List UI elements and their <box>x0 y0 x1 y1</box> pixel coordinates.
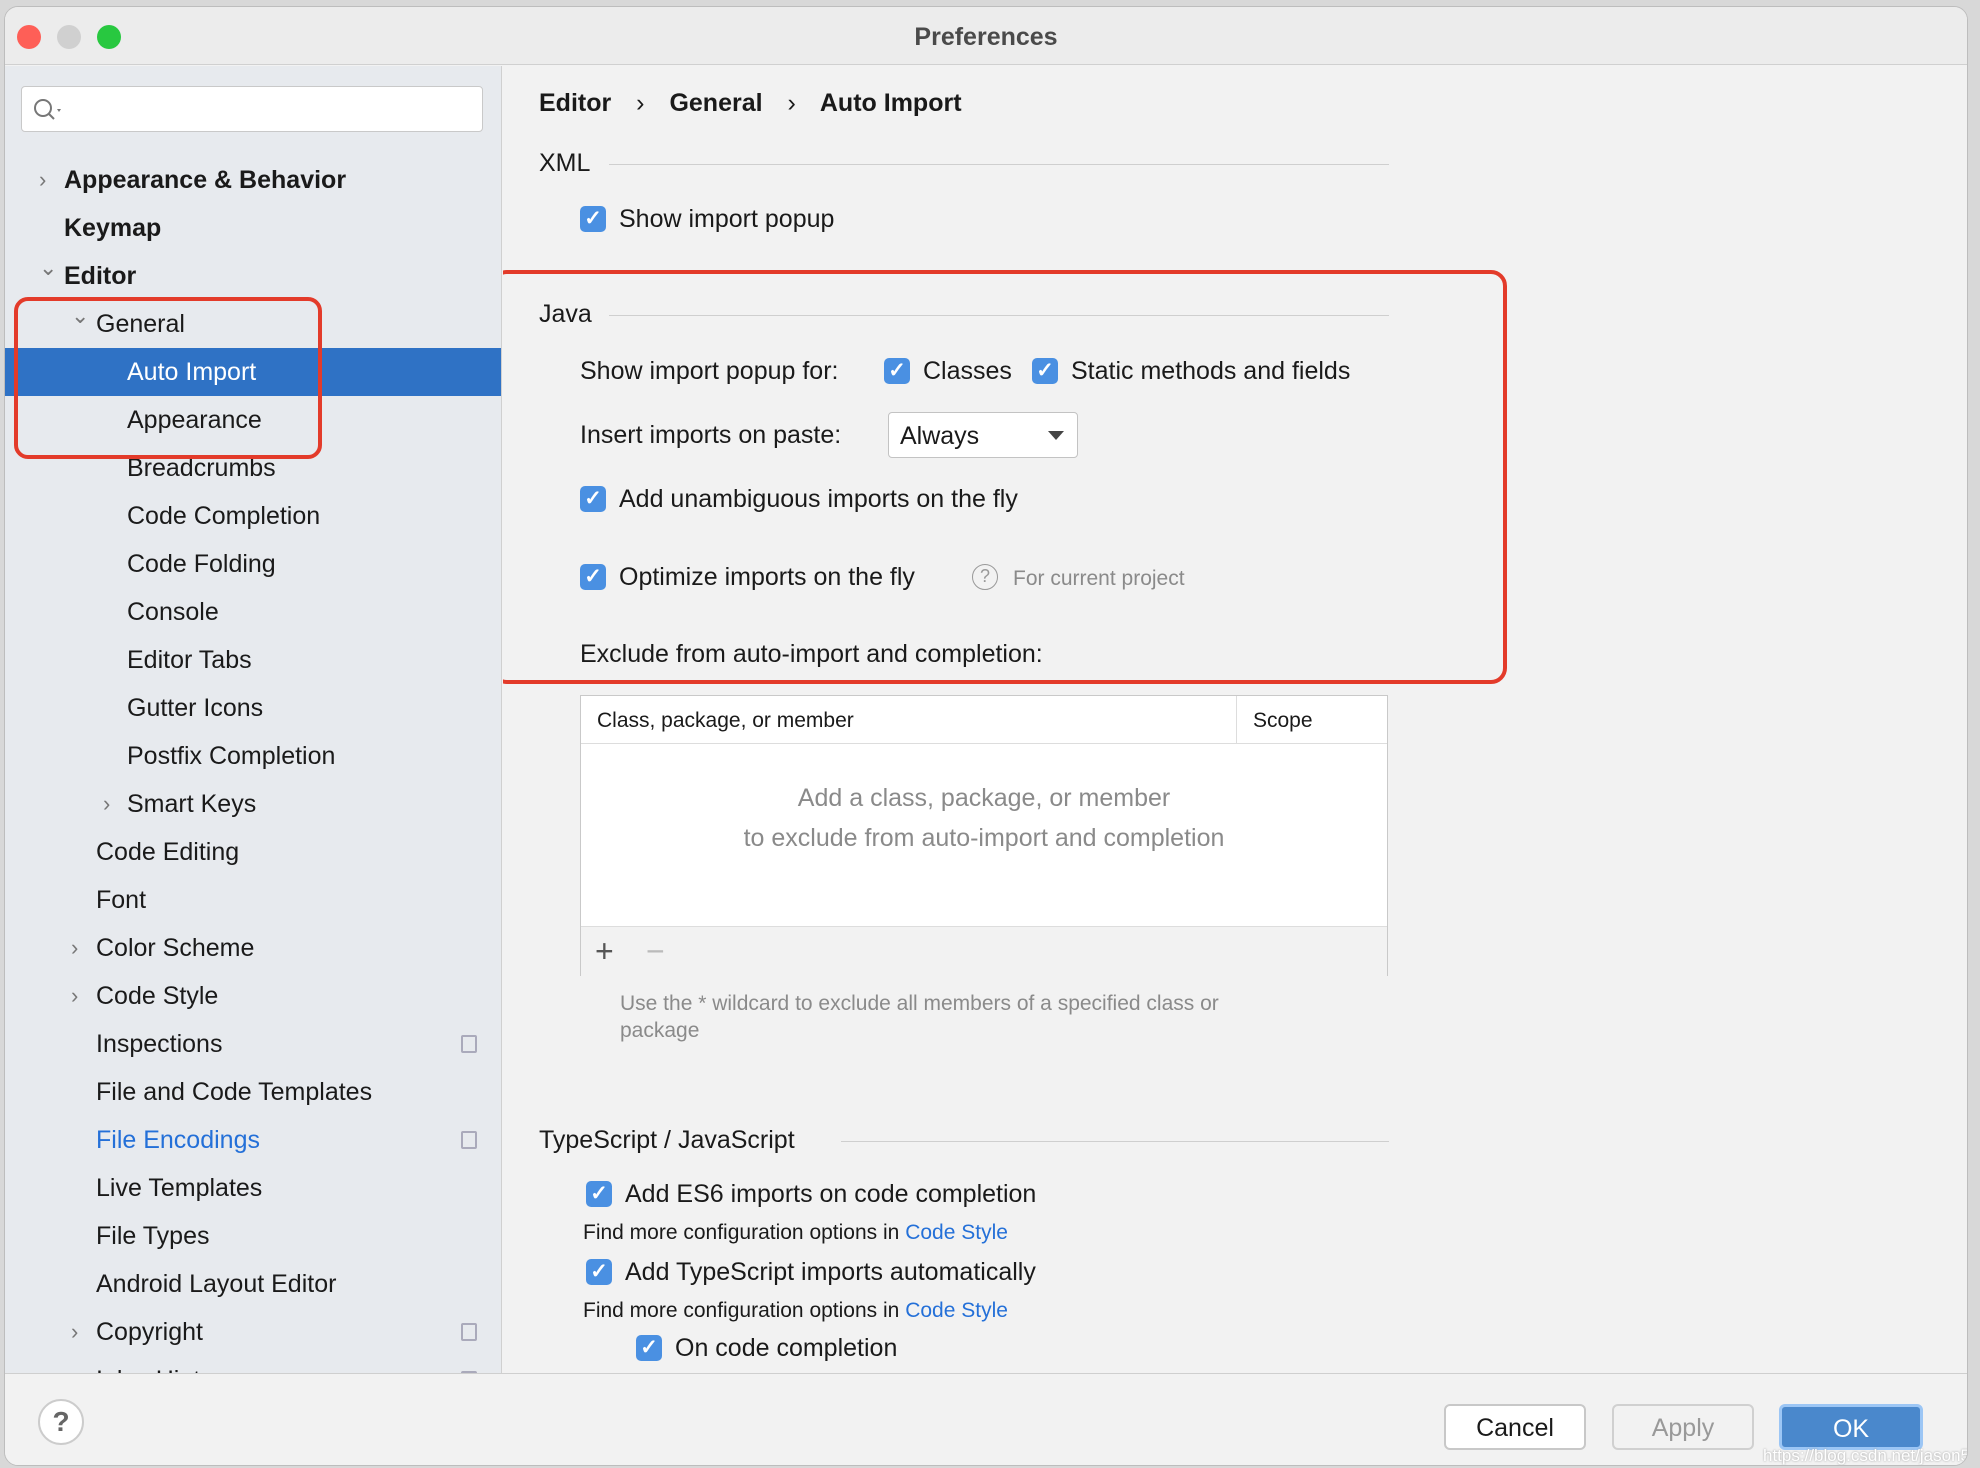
es6-imports-checkbox[interactable]: ✓ <box>586 1181 612 1207</box>
find-more-text: Find more configuration options in Code … <box>583 1299 1008 1322</box>
sidebar-item-label: File and Code Templates <box>96 1078 373 1106</box>
sidebar-item-label: Gutter Icons <box>127 694 264 722</box>
code-style-link[interactable]: Code Style <box>905 1221 1008 1244</box>
sidebar: › Appearance & Behavior Keymap ⌄ Editor ⌄ Gene… <box>5 66 502 1373</box>
chevron-down-icon[interactable]: ⌄ <box>39 244 59 292</box>
typescript-section-title: TypeScript / JavaScript <box>539 1126 795 1154</box>
sidebar-item-code-completion[interactable]: Code Completion <box>5 492 501 540</box>
sidebar-item-label: Console <box>127 598 219 626</box>
sidebar-item-label: Smart Keys <box>127 790 257 818</box>
es6-imports-label: Add ES6 imports on code completion <box>625 1180 1037 1208</box>
column-header-scope[interactable]: Scope <box>1253 709 1313 733</box>
sidebar-item-code-editing[interactable]: Code Editing <box>5 828 501 876</box>
search-icon <box>34 99 61 120</box>
sidebar-item-label: Code Editing <box>96 838 240 866</box>
sidebar-item-font[interactable]: Font <box>5 876 501 924</box>
chevron-right-icon[interactable]: › <box>71 924 91 972</box>
preferences-window: Preferences › Appearance & Behavior Keymap… <box>4 6 1968 1466</box>
divider <box>841 1141 1389 1142</box>
remove-icon[interactable]: − <box>646 933 665 970</box>
sidebar-item-label: Keymap <box>64 214 162 242</box>
sidebar-item-label: Postfix Completion <box>127 742 336 770</box>
sidebar-item-file-and-code-templates[interactable]: File and Code Templates <box>5 1068 501 1116</box>
project-settings-icon <box>461 1323 477 1341</box>
watermark: https://blog.csdn.net/jason559 <box>1763 1446 1968 1465</box>
chevron-right-icon[interactable]: › <box>103 780 123 828</box>
sidebar-item-file-encodings[interactable]: File Encodings <box>5 1116 501 1164</box>
sidebar-item-code-style[interactable]: › Code Style <box>5 972 501 1020</box>
sidebar-item-appearance-behavior[interactable]: › Appearance & Behavior <box>5 156 501 204</box>
settings-content: Editor › General › Auto Import XML ✓ Sho… <box>503 66 1967 1373</box>
wildcard-hint-line2: package <box>620 1019 700 1042</box>
project-settings-icon <box>461 1035 477 1053</box>
empty-text-line1: Add a class, package, or member <box>797 784 1171 812</box>
help-button[interactable]: ? <box>38 1399 84 1445</box>
sidebar-item-label: Code Completion <box>127 502 321 530</box>
sidebar-item-label: Inlay Hints <box>96 1356 213 1373</box>
sidebar-item-label: File Types <box>96 1222 210 1250</box>
xml-show-import-popup-checkbox[interactable]: ✓ <box>580 206 606 232</box>
sidebar-item-label: Code Folding <box>127 550 276 578</box>
sidebar-item-smart-keys[interactable]: › Smart Keys <box>5 780 501 828</box>
sidebar-item-gutter-icons[interactable]: Gutter Icons <box>5 684 501 732</box>
empty-text-line2: to exclude from auto-import and completi… <box>743 824 1225 852</box>
xml-section-title: XML <box>539 149 591 177</box>
sidebar-item-inlay-hints[interactable]: › Inlay Hints <box>5 1356 501 1373</box>
sidebar-item-label: Inspections <box>96 1030 223 1058</box>
chevron-right-icon[interactable]: › <box>71 972 91 1020</box>
sidebar-item-label: Editor Tabs <box>127 646 252 674</box>
sidebar-item-file-types[interactable]: File Types <box>5 1212 501 1260</box>
ok-button[interactable]: OK <box>1779 1404 1923 1450</box>
highlight-box <box>503 270 1507 684</box>
column-header-class[interactable]: Class, package, or member <box>597 709 854 733</box>
breadcrumb-editor[interactable]: Editor <box>539 89 611 117</box>
table-toolbar: + − <box>581 926 1387 976</box>
chevron-right-icon[interactable]: › <box>71 1308 91 1356</box>
chevron-right-icon[interactable]: › <box>39 156 59 204</box>
sidebar-item-code-folding[interactable]: Code Folding <box>5 540 501 588</box>
divider <box>609 164 1389 165</box>
typescript-imports-checkbox[interactable]: ✓ <box>586 1259 612 1285</box>
sidebar-item-inspections[interactable]: Inspections <box>5 1020 501 1068</box>
window-title: Preferences <box>914 23 1058 51</box>
sidebar-item-label: Live Templates <box>96 1174 263 1202</box>
on-code-completion-checkbox[interactable]: ✓ <box>636 1335 662 1361</box>
sidebar-item-label: Font <box>96 886 147 914</box>
sidebar-item-editor-tabs[interactable]: Editor Tabs <box>5 636 501 684</box>
find-more-text: Find more configuration options in Code … <box>583 1221 1008 1244</box>
sidebar-item-label: Appearance & Behavior <box>64 166 347 194</box>
breadcrumb: Editor › General › Auto Import <box>539 89 962 117</box>
dialog-footer: ? Cancel Apply OK https://blog.csdn.net/… <box>5 1373 1968 1465</box>
exclude-table: Class, package, or member Scope Add a cl… <box>580 695 1388 976</box>
title-bar: Preferences <box>5 7 1967 65</box>
cancel-button[interactable]: Cancel <box>1444 1404 1586 1450</box>
sidebar-item-label: Code Style <box>96 982 219 1010</box>
add-icon[interactable]: + <box>595 933 614 970</box>
breadcrumb-general[interactable]: General <box>669 89 762 117</box>
typescript-imports-label: Add TypeScript imports automatically <box>625 1258 1036 1286</box>
sidebar-item-postfix-completion[interactable]: Postfix Completion <box>5 732 501 780</box>
sidebar-item-color-scheme[interactable]: › Color Scheme <box>5 924 501 972</box>
sidebar-item-copyright[interactable]: › Copyright <box>5 1308 501 1356</box>
apply-button[interactable]: Apply <box>1612 1404 1754 1450</box>
search-input[interactable] <box>21 86 483 132</box>
sidebar-item-console[interactable]: Console <box>5 588 501 636</box>
sidebar-item-label: Color Scheme <box>96 934 255 962</box>
wildcard-hint-line1: Use the * wildcard to exclude all member… <box>620 992 1219 1015</box>
sidebar-item-keymap[interactable]: Keymap <box>5 204 501 252</box>
sidebar-item-live-templates[interactable]: Live Templates <box>5 1164 501 1212</box>
breadcrumb-auto-import: Auto Import <box>819 89 962 117</box>
sidebar-item-label: Android Layout Editor <box>96 1270 337 1298</box>
sidebar-item-android-layout-editor[interactable]: Android Layout Editor <box>5 1260 501 1308</box>
highlight-box <box>14 297 322 459</box>
sidebar-item-label: Copyright <box>96 1318 203 1346</box>
sidebar-item-label: File Encodings <box>96 1126 260 1154</box>
code-style-link[interactable]: Code Style <box>905 1299 1008 1322</box>
table-header: Class, package, or member Scope <box>581 696 1387 744</box>
xml-show-import-popup-label: Show import popup <box>619 205 835 233</box>
chevron-right-icon[interactable]: › <box>71 1356 91 1373</box>
project-settings-icon <box>461 1131 477 1149</box>
on-code-completion-label: On code completion <box>675 1334 898 1362</box>
